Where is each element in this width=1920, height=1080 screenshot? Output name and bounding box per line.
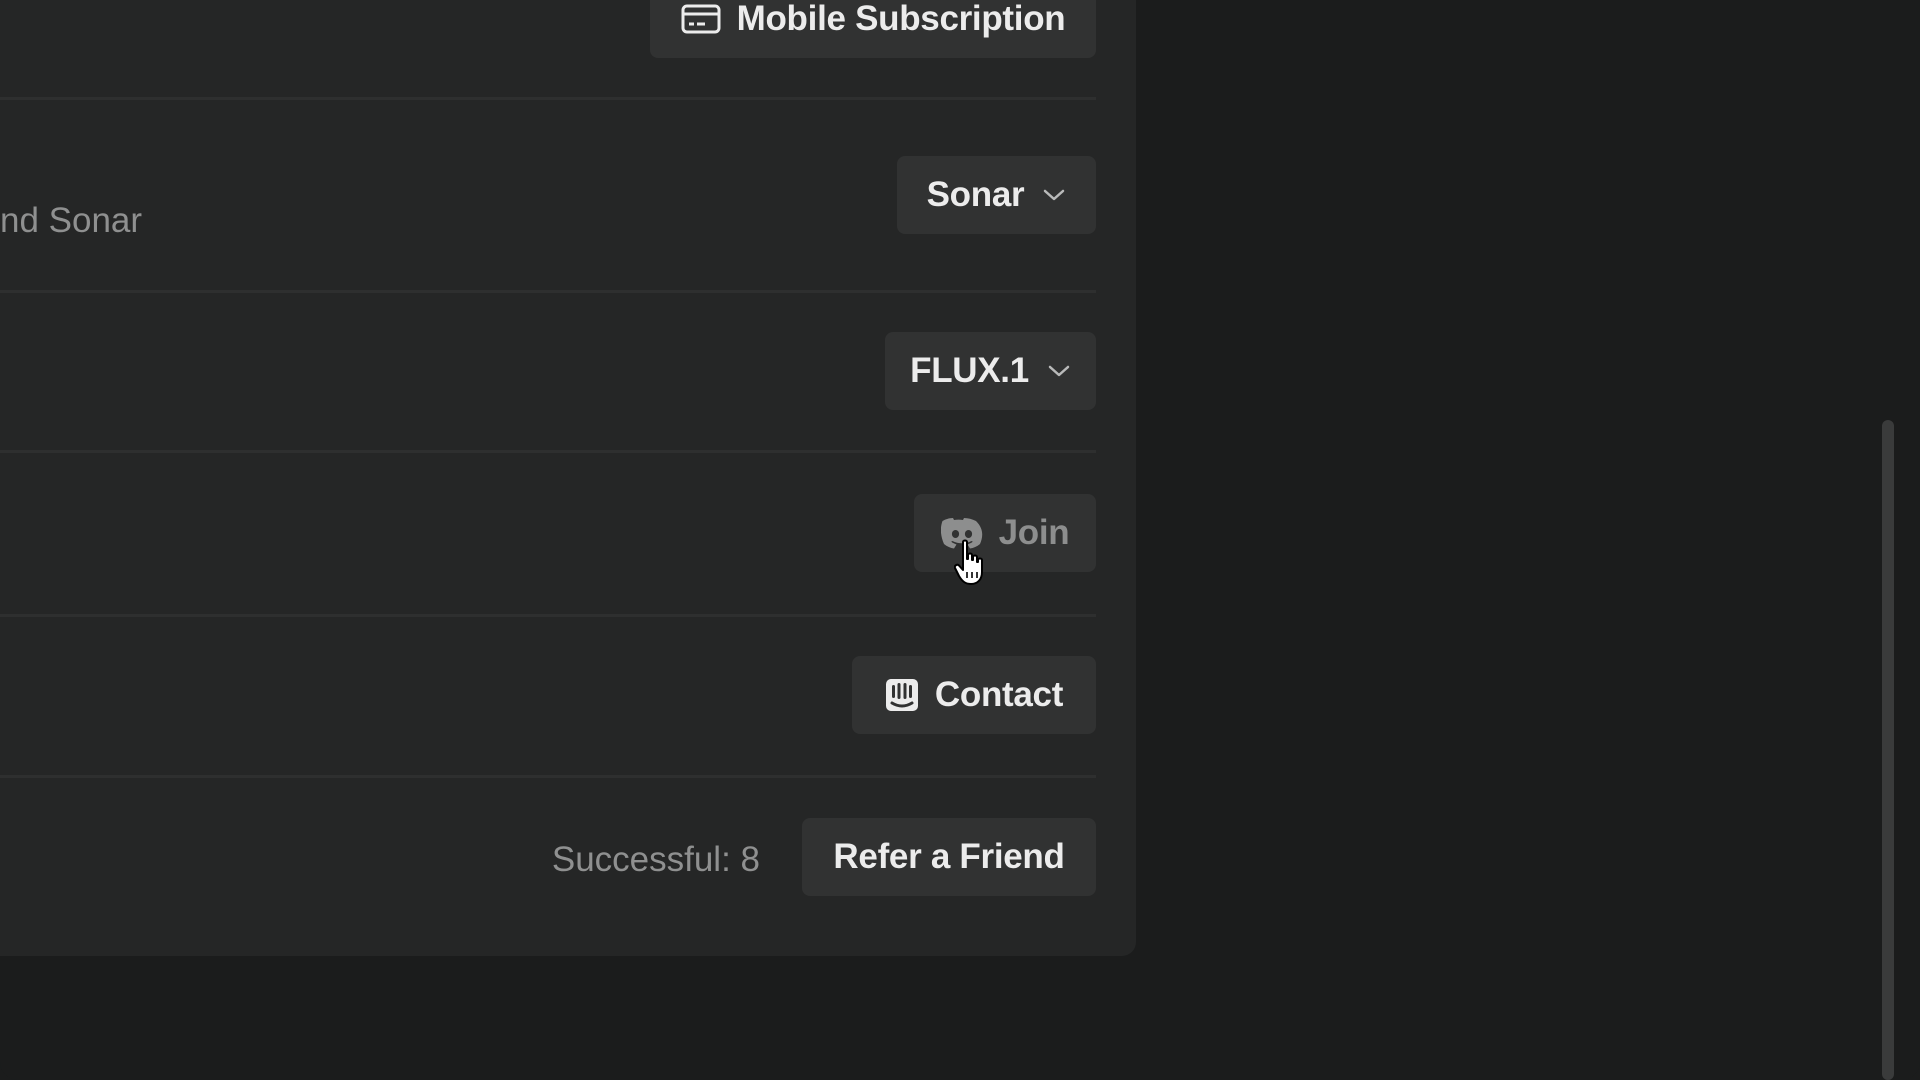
scrollbar-thumb[interactable] (1882, 420, 1894, 1080)
contact-label: Contact (934, 675, 1064, 714)
join-label: Join (998, 513, 1070, 552)
refer-friend-label: Refer a Friend (833, 837, 1065, 876)
settings-row-image-model: FLUX.1 (0, 293, 1096, 453)
search-model-dropdown[interactable]: Sonar (897, 156, 1096, 234)
settings-row-referral: Successful: 8 Refer a Friend (0, 778, 1096, 956)
join-discord-button[interactable]: Join (914, 494, 1096, 572)
chevron-down-icon (1042, 188, 1066, 202)
image-model-dropdown[interactable]: FLUX.1 (885, 332, 1096, 410)
settings-row-community: Join (0, 453, 1096, 617)
mobile-subscription-label: Mobile Subscription (736, 0, 1066, 38)
settings-row-subscription: Mobile Subscription (0, 0, 1096, 100)
contact-button[interactable]: Contact (852, 656, 1096, 734)
settings-row-support: Contact (0, 617, 1096, 778)
app-window: Mobile Subscription nd Sonar Sonar FLUX.… (0, 0, 1920, 1080)
intercom-icon (885, 678, 919, 712)
chevron-down-icon (1047, 364, 1071, 378)
refer-friend-button[interactable]: Refer a Friend (802, 818, 1096, 896)
settings-row-search-model: nd Sonar Sonar (0, 100, 1096, 293)
mobile-subscription-button[interactable]: Mobile Subscription (650, 0, 1096, 58)
image-model-selected: FLUX.1 (910, 351, 1029, 390)
settings-panel: Mobile Subscription nd Sonar Sonar FLUX.… (0, 0, 1136, 956)
search-model-description: nd Sonar (0, 201, 143, 240)
hand-cursor-icon (953, 539, 988, 592)
referral-status: Successful: 8 (551, 840, 760, 879)
search-model-selected: Sonar (926, 175, 1025, 214)
credit-card-icon (681, 3, 721, 35)
